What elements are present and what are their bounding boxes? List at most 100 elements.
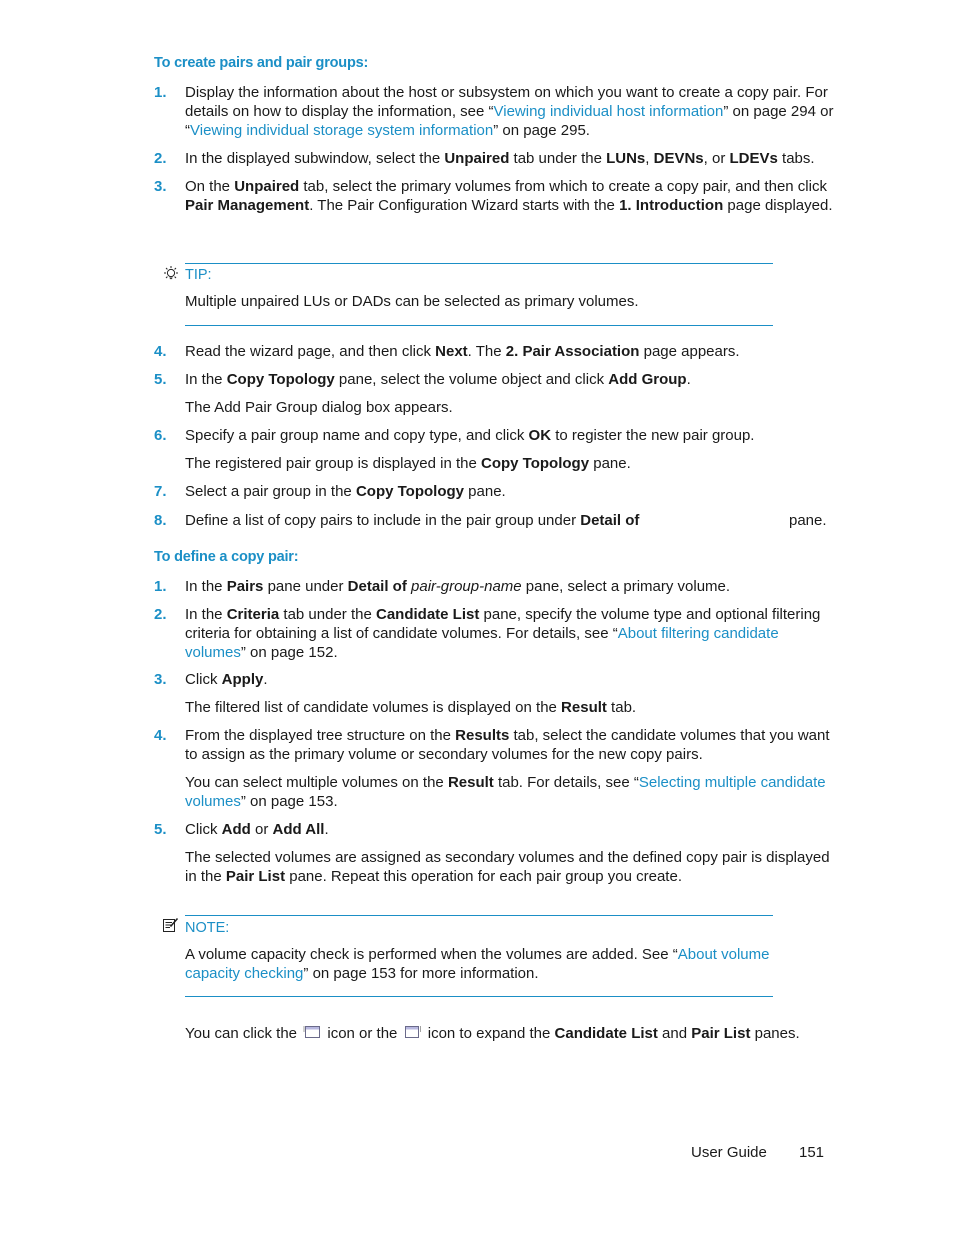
note-label: NOTE: — [185, 920, 230, 936]
ui-term: Add All — [272, 821, 325, 838]
list-item: 5. Click Add or Add All. — [154, 820, 834, 839]
step-number: 3. — [154, 671, 167, 688]
expand-pair-list-icon — [404, 1025, 422, 1039]
list-item: 5. In the Copy Topology pane, select the… — [154, 370, 834, 389]
text-fragment: , or — [703, 150, 730, 167]
note-bottom-rule — [185, 996, 773, 997]
expand-panes-text: You can click the icon or the icon to ex… — [185, 1024, 835, 1043]
step-number: 8. — [154, 512, 167, 529]
step-number: 5. — [154, 371, 167, 388]
list-item: 3. Click Apply. — [154, 670, 834, 689]
placeholder-term: pair-group-name — [411, 578, 522, 595]
text-fragment: tab. For details, see “ — [493, 774, 639, 791]
list-item: 1. Display the information about the hos… — [154, 83, 834, 140]
expand-candidate-list-icon — [303, 1025, 321, 1039]
ui-term: Add Group — [608, 371, 687, 388]
text-fragment: panes. — [750, 1025, 800, 1042]
step-text: From the displayed tree structure on the… — [185, 726, 834, 764]
step-text: Read the wizard page, and then click Nex… — [185, 342, 834, 361]
ui-term: 2. Pair Association — [505, 343, 640, 360]
ui-term: Copy Topology — [355, 483, 464, 500]
cross-reference-link[interactable]: Viewing individual host information — [494, 103, 724, 120]
text-fragment: The Add Pair Group dialog box appears. — [185, 399, 453, 416]
list-item: 4. From the displayed tree structure on … — [154, 726, 834, 764]
ui-term: Criteria — [226, 606, 280, 623]
text-fragment: to register the new pair group. — [551, 427, 755, 444]
ui-term: Next — [435, 343, 468, 360]
list-item: 3. On the Unpaired tab, select the prima… — [154, 177, 834, 215]
text-fragment: On the — [185, 178, 235, 195]
section-heading-create-pairs: To create pairs and pair groups: — [154, 55, 369, 71]
step-number: 4. — [154, 727, 167, 744]
text-fragment: ” on page 152. — [240, 644, 338, 661]
text-fragment: tab under the — [509, 150, 607, 167]
ui-term: OK — [528, 427, 552, 444]
text-fragment: In the — [185, 371, 227, 388]
text-fragment: . The — [467, 343, 506, 360]
tip-text: Multiple unpaired LUs or DADs can be sel… — [185, 293, 639, 310]
text-fragment: Click — [185, 821, 222, 838]
step-text: In the Pairs pane under Detail of pair-g… — [185, 577, 834, 596]
step-number: 2. — [154, 606, 167, 623]
list-item: 2. In the Criteria tab under the Candida… — [154, 605, 834, 662]
list-item: 4. Read the wizard page, and then click … — [154, 342, 834, 361]
list-item: 2. In the displayed subwindow, select th… — [154, 149, 834, 168]
step-number: 4. — [154, 343, 167, 360]
text-fragment: A volume capacity check is performed whe… — [185, 946, 678, 963]
step-text: Display the information about the host o… — [185, 83, 834, 140]
ui-term: Candidate List — [375, 606, 480, 623]
cross-reference-link[interactable]: Viewing individual storage system inform… — [190, 122, 493, 139]
text-fragment: In the — [185, 606, 227, 623]
ui-term: Add — [221, 821, 251, 838]
step-text: Specify a pair group name and copy type,… — [185, 426, 834, 445]
lightbulb-icon — [162, 265, 180, 283]
step-text: Click Apply. — [185, 670, 834, 689]
step-text: Define a list of copy pairs to include i… — [185, 511, 834, 530]
step-subtext: The filtered list of candidate volumes i… — [185, 698, 835, 717]
ui-term: Copy Topology — [481, 455, 590, 472]
ui-term: Apply — [221, 671, 264, 688]
text-fragment: pane. — [464, 483, 506, 500]
note-top-rule — [185, 915, 773, 916]
text-fragment: Click — [185, 671, 222, 688]
text-fragment: or — [250, 821, 273, 838]
step-number: 1. — [154, 84, 167, 101]
ui-term: Results — [455, 727, 510, 744]
text-fragment: icon or the — [323, 1025, 402, 1042]
text-fragment: tab. — [606, 699, 637, 716]
list-item: 8. Define a list of copy pairs to includ… — [154, 511, 834, 530]
text-fragment: pane. Repeat this operation for each pai… — [285, 868, 682, 885]
step-text: On the Unpaired tab, select the primary … — [185, 177, 834, 215]
text-fragment: page appears. — [639, 343, 740, 360]
text-fragment: pane, select a primary volume. — [521, 578, 731, 595]
text-fragment: Specify a pair group name and copy type,… — [185, 427, 529, 444]
ui-term: 1. Introduction — [619, 197, 724, 214]
list-item: 7. Select a pair group in the Copy Topol… — [154, 482, 834, 501]
text-fragment: tabs. — [777, 150, 815, 167]
text-fragment: You can click the — [185, 1025, 302, 1042]
step-number: 3. — [154, 178, 167, 195]
step-number: 7. — [154, 483, 167, 500]
text-fragment: Define a list of copy pairs to include i… — [185, 512, 581, 529]
pair-list-term: Pair List — [691, 1025, 751, 1042]
ui-term: LDEVs — [729, 150, 778, 167]
page-number: 151 — [799, 1144, 825, 1161]
text-fragment: From the displayed tree structure on the — [185, 727, 456, 744]
step-subtext: The selected volumes are assigned as sec… — [185, 848, 835, 886]
text-fragment: pane, select the volume object and click — [334, 371, 609, 388]
text-fragment: The filtered list of candidate volumes i… — [185, 699, 562, 716]
tip-bottom-rule — [185, 325, 773, 326]
text-fragment: and — [657, 1025, 692, 1042]
step-text: In the Copy Topology pane, select the vo… — [185, 370, 834, 389]
ui-term: Detail of — [580, 512, 640, 529]
step-text-tail: pane. — [789, 512, 827, 529]
text-fragment: The registered pair group is displayed i… — [185, 455, 482, 472]
ui-term: Copy Topology — [226, 371, 335, 388]
ui-term: Unpaired — [444, 150, 510, 167]
step-subtext: The registered pair group is displayed i… — [185, 454, 835, 473]
step-text: Click Add or Add All. — [185, 820, 834, 839]
text-fragment: page displayed. — [723, 197, 833, 214]
note-text: A volume capacity check is performed whe… — [185, 945, 775, 983]
text-fragment: In the displayed subwindow, select the — [185, 150, 445, 167]
text-fragment: tab, select the primary volumes from whi… — [299, 178, 827, 195]
